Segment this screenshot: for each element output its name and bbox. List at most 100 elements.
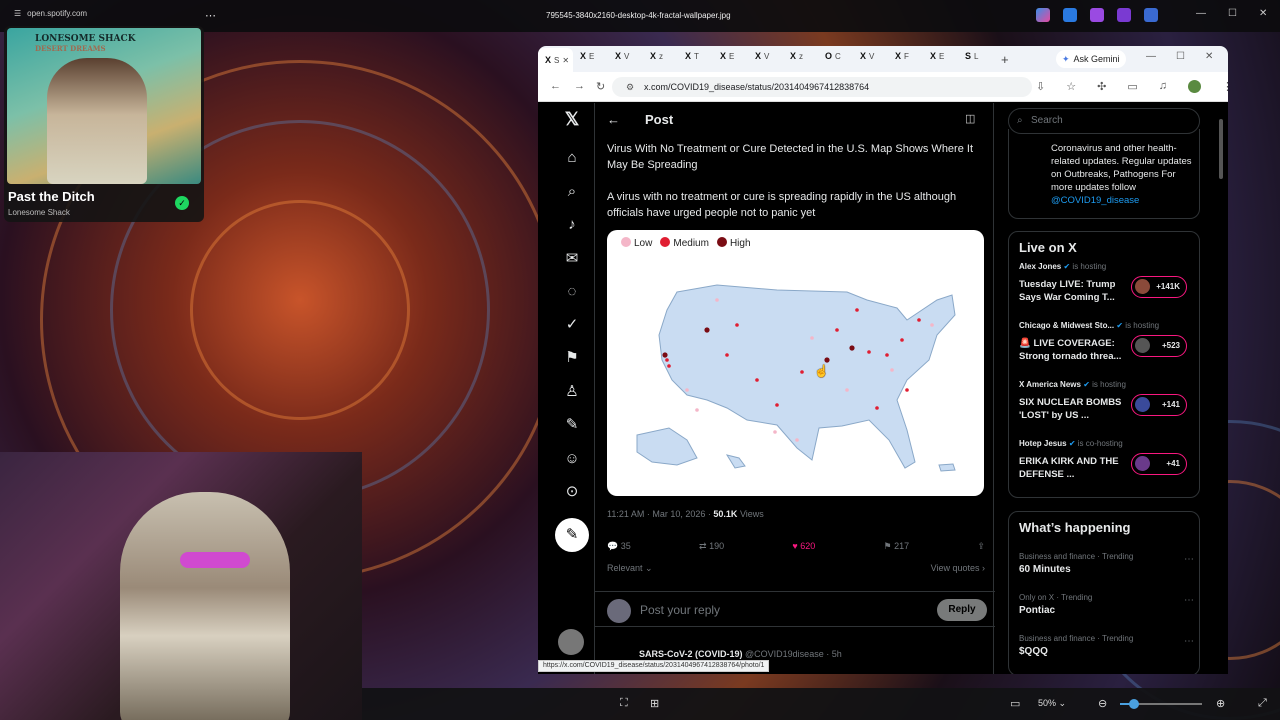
page-scrollbar[interactable]: [1218, 105, 1224, 670]
maximize-icon[interactable]: ☐: [1228, 8, 1237, 19]
browser-tab[interactable]: X S ✕: [538, 48, 573, 72]
search-input[interactable]: ⌕ Search: [1008, 108, 1200, 134]
browser-tab[interactable]: XE: [923, 46, 958, 66]
cloud-icon[interactable]: [1144, 8, 1158, 22]
browser-tab[interactable]: Xz: [783, 46, 818, 66]
forward-icon[interactable]: →: [574, 80, 585, 92]
jobs-icon[interactable]: ♙: [554, 380, 590, 404]
zoom-in-icon[interactable]: ⊕: [1216, 697, 1225, 710]
more-options-icon[interactable]: ⊙: [554, 480, 590, 504]
close-icon[interactable]: ✕: [1259, 8, 1267, 19]
browser-tab[interactable]: XE: [573, 46, 608, 66]
reload-icon[interactable]: ↻: [596, 80, 605, 93]
trend-item[interactable]: Only on X · Trending Pontiac ⋯: [1019, 593, 1194, 616]
profile-icon[interactable]: ☺: [554, 447, 590, 471]
reader-mode-icon[interactable]: ◫: [965, 112, 975, 125]
reply-button[interactable]: Reply: [937, 599, 987, 621]
minimize-icon[interactable]: —: [1196, 8, 1206, 19]
live-item[interactable]: Hotep Jesus ✔ is co-hosting ERIKA KIRK AN…: [1019, 439, 1194, 489]
song-title[interactable]: Past the Ditch: [8, 189, 95, 204]
post-time[interactable]: 11:21 AM · Mar 10, 2026 ·: [607, 509, 711, 519]
site-info-icon[interactable]: ⚙: [626, 77, 634, 97]
paint-icon[interactable]: [1090, 8, 1104, 22]
close-icon[interactable]: ✕: [1205, 51, 1213, 62]
explore-icon[interactable]: ⌕: [554, 180, 590, 204]
more-icon[interactable]: ⋯: [1184, 636, 1194, 647]
zoom-slider-knob[interactable]: [1128, 699, 1139, 709]
browser-tab[interactable]: OC: [818, 46, 853, 66]
bookmark-star-icon[interactable]: ☆: [1066, 80, 1076, 93]
maximize-icon[interactable]: ☐: [1176, 51, 1185, 62]
live-item[interactable]: Chicago & Midwest Sto... ✔ is hosting 🚨 L…: [1019, 321, 1194, 371]
saved-check-icon[interactable]: ✓: [175, 196, 189, 210]
minimize-icon[interactable]: —: [1146, 51, 1156, 62]
copilot-icon[interactable]: [1036, 8, 1050, 22]
more-icon[interactable]: ⋯: [1184, 554, 1194, 565]
like-action[interactable]: ♥ 620: [792, 541, 815, 552]
back-arrow-icon[interactable]: ←: [607, 112, 620, 127]
trend-item[interactable]: Business and finance · Trending 60 Minute…: [1019, 552, 1194, 575]
media-control-icon[interactable]: ♫: [1159, 80, 1167, 93]
new-tab-button[interactable]: +: [1001, 52, 1009, 67]
zoom-slider[interactable]: [1120, 699, 1202, 709]
fit-icon[interactable]: ▭: [1010, 697, 1020, 710]
scrollbar-thumb[interactable]: [1219, 119, 1223, 179]
edit-icon[interactable]: [1063, 8, 1077, 22]
reply-author[interactable]: SARS-CoV-2 (COVID-19): [639, 649, 743, 659]
grok-icon[interactable]: ◌: [554, 280, 590, 304]
live-item[interactable]: X America News ✔ is hosting SIX NUCLEAR B…: [1019, 380, 1194, 430]
bookmark-action[interactable]: ⚑ 217: [884, 541, 910, 552]
reply-preview[interactable]: SARS-CoV-2 (COVID-19) @COVID19disease · …: [639, 649, 842, 659]
tab-close-icon[interactable]: ✕: [562, 56, 569, 65]
browser-tab[interactable]: XT: [678, 46, 713, 66]
reply-input[interactable]: Post your reply: [640, 603, 720, 617]
compose-button[interactable]: ✎: [555, 518, 589, 552]
url-field[interactable]: ⚙ x.com/COVID19_disease/status/203140496…: [612, 77, 1032, 97]
live-listeners-pill[interactable]: +523: [1131, 335, 1187, 357]
browser-tab[interactable]: XF: [888, 46, 923, 66]
cast-icon[interactable]: ▭: [1127, 80, 1137, 93]
x-logo-icon[interactable]: 𝕏: [554, 107, 590, 131]
settings-icon[interactable]: ☰: [14, 9, 21, 18]
notifications-icon[interactable]: ♪: [554, 213, 590, 237]
back-icon[interactable]: ←: [550, 80, 561, 92]
account-avatar[interactable]: [558, 629, 584, 655]
ask-gemini-button[interactable]: ✦ Ask Gemini: [1056, 50, 1126, 68]
sort-dropdown[interactable]: Relevant ⌄: [607, 563, 653, 573]
media-icon[interactable]: [1117, 8, 1131, 22]
browser-tab[interactable]: XE: [713, 46, 748, 66]
browser-tab[interactable]: XV: [608, 46, 643, 66]
bio-link[interactable]: @COVID19_disease: [1051, 195, 1139, 206]
crop-icon[interactable]: ⛶: [620, 697, 628, 710]
menu-icon[interactable]: ⋮: [1222, 80, 1228, 93]
extensions-icon[interactable]: ✣: [1097, 80, 1106, 93]
bookmarks-icon[interactable]: ⚑: [554, 346, 590, 370]
trend-item[interactable]: Business and finance · Trending $QQQ ⋯: [1019, 634, 1194, 657]
live-listeners-pill[interactable]: +41: [1131, 453, 1187, 475]
live-listeners-pill[interactable]: +141: [1131, 394, 1187, 416]
zoom-out-icon[interactable]: ⊖: [1098, 697, 1107, 710]
more-icon[interactable]: ⋯: [205, 9, 216, 22]
live-item[interactable]: Alex Jones ✔ is hosting Tuesday LIVE: Tru…: [1019, 262, 1194, 312]
post-image-map[interactable]: Low Medium High ☝: [607, 230, 984, 496]
more-icon[interactable]: ⋯: [1184, 595, 1194, 606]
repost-action[interactable]: ⇄ 190: [699, 541, 724, 552]
install-icon[interactable]: ⇩: [1036, 80, 1045, 93]
profile-avatar[interactable]: [1187, 80, 1201, 93]
fullscreen-icon[interactable]: ⤢: [1258, 697, 1267, 710]
articles-icon[interactable]: ✎: [554, 413, 590, 437]
ocr-icon[interactable]: ⊞: [650, 697, 659, 710]
live-listeners-pill[interactable]: +141K: [1131, 276, 1187, 298]
browser-tab[interactable]: Xz: [643, 46, 678, 66]
home-icon[interactable]: ⌂: [554, 146, 590, 170]
artist-name[interactable]: Lonesome Shack: [8, 208, 70, 217]
messages-icon[interactable]: ✉: [554, 247, 590, 271]
browser-tab[interactable]: SL: [958, 46, 993, 66]
zoom-level[interactable]: 50% ⌄: [1038, 698, 1066, 709]
browser-tab[interactable]: XV: [748, 46, 783, 66]
share-icon[interactable]: ⇪: [977, 541, 985, 552]
browser-tab[interactable]: XV: [853, 46, 888, 66]
verified-icon[interactable]: ✓: [554, 313, 590, 337]
view-quotes-link[interactable]: View quotes ›: [931, 563, 985, 573]
reply-action[interactable]: 💬 35: [607, 541, 631, 552]
